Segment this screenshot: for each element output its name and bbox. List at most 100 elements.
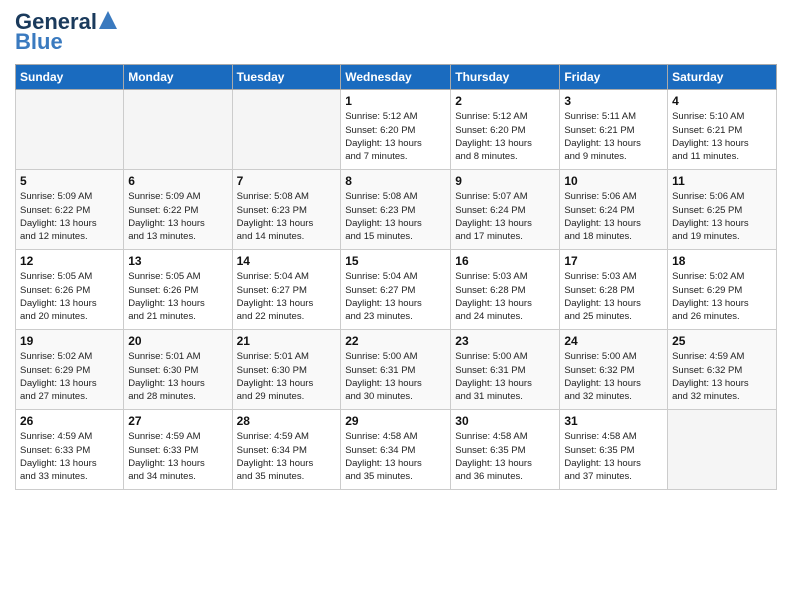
day-number: 3 — [564, 94, 663, 108]
calendar-cell: 25 Sunrise: 4:59 AM Sunset: 6:32 PM Dayli… — [668, 330, 777, 410]
day-info: Sunrise: 5:00 AM Sunset: 6:32 PM Dayligh… — [564, 350, 663, 403]
calendar-cell: 31 Sunrise: 4:58 AM Sunset: 6:35 PM Dayli… — [560, 410, 668, 490]
day-info: Sunrise: 4:59 AM Sunset: 6:33 PM Dayligh… — [20, 430, 119, 483]
calendar-cell: 23 Sunrise: 5:00 AM Sunset: 6:31 PM Dayli… — [451, 330, 560, 410]
day-info: Sunrise: 5:09 AM Sunset: 6:22 PM Dayligh… — [20, 190, 119, 243]
day-info: Sunrise: 4:58 AM Sunset: 6:34 PM Dayligh… — [345, 430, 446, 483]
day-info: Sunrise: 5:00 AM Sunset: 6:31 PM Dayligh… — [455, 350, 555, 403]
day-info: Sunrise: 5:06 AM Sunset: 6:24 PM Dayligh… — [564, 190, 663, 243]
calendar-cell: 10 Sunrise: 5:06 AM Sunset: 6:24 PM Dayli… — [560, 170, 668, 250]
day-number: 8 — [345, 174, 446, 188]
day-number: 11 — [672, 174, 772, 188]
day-info: Sunrise: 5:04 AM Sunset: 6:27 PM Dayligh… — [237, 270, 337, 323]
logo: General Blue — [15, 10, 117, 54]
logo-icon — [99, 11, 117, 29]
day-number: 10 — [564, 174, 663, 188]
day-info: Sunrise: 5:00 AM Sunset: 6:31 PM Dayligh… — [345, 350, 446, 403]
day-info: Sunrise: 4:59 AM Sunset: 6:33 PM Dayligh… — [128, 430, 227, 483]
calendar-header-thursday: Thursday — [451, 65, 560, 90]
day-info: Sunrise: 5:05 AM Sunset: 6:26 PM Dayligh… — [128, 270, 227, 323]
calendar-cell: 15 Sunrise: 5:04 AM Sunset: 6:27 PM Dayli… — [341, 250, 451, 330]
day-number: 7 — [237, 174, 337, 188]
calendar-week-row: 19Sunrise: 5:02 AM Sunset: 6:29 PM Dayli… — [16, 330, 777, 410]
day-number: 22 — [345, 334, 446, 348]
calendar-cell: 29 Sunrise: 4:58 AM Sunset: 6:34 PM Dayli… — [341, 410, 451, 490]
day-info: Sunrise: 5:05 AM Sunset: 6:26 PM Dayligh… — [20, 270, 119, 323]
calendar-cell: 20Sunrise: 5:01 AM Sunset: 6:30 PM Dayli… — [124, 330, 232, 410]
calendar-week-row: 12 Sunrise: 5:05 AM Sunset: 6:26 PM Dayli… — [16, 250, 777, 330]
day-info: Sunrise: 5:01 AM Sunset: 6:30 PM Dayligh… — [237, 350, 337, 403]
day-number: 28 — [237, 414, 337, 428]
calendar-cell: 12 Sunrise: 5:05 AM Sunset: 6:26 PM Dayli… — [16, 250, 124, 330]
calendar-table: SundayMondayTuesdayWednesdayThursdayFrid… — [15, 64, 777, 490]
day-info: Sunrise: 5:09 AM Sunset: 6:22 PM Dayligh… — [128, 190, 227, 243]
calendar-cell — [16, 90, 124, 170]
day-info: Sunrise: 5:08 AM Sunset: 6:23 PM Dayligh… — [345, 190, 446, 243]
calendar-cell: 17 Sunrise: 5:03 AM Sunset: 6:28 PM Dayli… — [560, 250, 668, 330]
header: General Blue — [15, 10, 777, 54]
day-info: Sunrise: 4:59 AM Sunset: 6:32 PM Dayligh… — [672, 350, 772, 403]
day-info: Sunrise: 5:10 AM Sunset: 6:21 PM Dayligh… — [672, 110, 772, 163]
calendar-week-row: 5Sunrise: 5:09 AM Sunset: 6:22 PM Daylig… — [16, 170, 777, 250]
calendar-cell: 27 Sunrise: 4:59 AM Sunset: 6:33 PM Dayli… — [124, 410, 232, 490]
calendar-week-row: 1 Sunrise: 5:12 AM Sunset: 6:20 PM Daylig… — [16, 90, 777, 170]
day-info: Sunrise: 4:59 AM Sunset: 6:34 PM Dayligh… — [237, 430, 337, 483]
calendar-cell: 4 Sunrise: 5:10 AM Sunset: 6:21 PM Daylig… — [668, 90, 777, 170]
day-info: Sunrise: 5:06 AM Sunset: 6:25 PM Dayligh… — [672, 190, 772, 243]
day-number: 14 — [237, 254, 337, 268]
calendar-cell: 8 Sunrise: 5:08 AM Sunset: 6:23 PM Daylig… — [341, 170, 451, 250]
calendar-header-monday: Monday — [124, 65, 232, 90]
calendar-cell: 9Sunrise: 5:07 AM Sunset: 6:24 PM Daylig… — [451, 170, 560, 250]
calendar-header-wednesday: Wednesday — [341, 65, 451, 90]
day-number: 23 — [455, 334, 555, 348]
day-number: 17 — [564, 254, 663, 268]
calendar-cell: 22 Sunrise: 5:00 AM Sunset: 6:31 PM Dayli… — [341, 330, 451, 410]
day-info: Sunrise: 5:11 AM Sunset: 6:21 PM Dayligh… — [564, 110, 663, 163]
calendar-cell: 6 Sunrise: 5:09 AM Sunset: 6:22 PM Daylig… — [124, 170, 232, 250]
calendar-cell — [668, 410, 777, 490]
day-number: 12 — [20, 254, 119, 268]
day-number: 6 — [128, 174, 227, 188]
calendar-week-row: 26Sunrise: 4:59 AM Sunset: 6:33 PM Dayli… — [16, 410, 777, 490]
calendar-cell: 24 Sunrise: 5:00 AM Sunset: 6:32 PM Dayli… — [560, 330, 668, 410]
day-number: 25 — [672, 334, 772, 348]
day-info: Sunrise: 5:03 AM Sunset: 6:28 PM Dayligh… — [455, 270, 555, 323]
calendar-cell: 7 Sunrise: 5:08 AM Sunset: 6:23 PM Daylig… — [232, 170, 341, 250]
day-info: Sunrise: 4:58 AM Sunset: 6:35 PM Dayligh… — [564, 430, 663, 483]
calendar-header-tuesday: Tuesday — [232, 65, 341, 90]
calendar-cell: 2 Sunrise: 5:12 AM Sunset: 6:20 PM Daylig… — [451, 90, 560, 170]
calendar-cell: 26Sunrise: 4:59 AM Sunset: 6:33 PM Dayli… — [16, 410, 124, 490]
calendar-cell: 3 Sunrise: 5:11 AM Sunset: 6:21 PM Daylig… — [560, 90, 668, 170]
calendar-cell: 30Sunrise: 4:58 AM Sunset: 6:35 PM Dayli… — [451, 410, 560, 490]
page: General Blue SundayMondayTuesdayWednesda… — [0, 0, 792, 612]
day-info: Sunrise: 4:58 AM Sunset: 6:35 PM Dayligh… — [455, 430, 555, 483]
day-info: Sunrise: 5:03 AM Sunset: 6:28 PM Dayligh… — [564, 270, 663, 323]
day-number: 15 — [345, 254, 446, 268]
calendar-cell: 11 Sunrise: 5:06 AM Sunset: 6:25 PM Dayli… — [668, 170, 777, 250]
calendar-cell: 28 Sunrise: 4:59 AM Sunset: 6:34 PM Dayli… — [232, 410, 341, 490]
calendar-cell: 14 Sunrise: 5:04 AM Sunset: 6:27 PM Dayli… — [232, 250, 341, 330]
day-info: Sunrise: 5:12 AM Sunset: 6:20 PM Dayligh… — [345, 110, 446, 163]
day-number: 4 — [672, 94, 772, 108]
day-number: 2 — [455, 94, 555, 108]
day-info: Sunrise: 5:02 AM Sunset: 6:29 PM Dayligh… — [672, 270, 772, 323]
day-number: 27 — [128, 414, 227, 428]
calendar-header-row: SundayMondayTuesdayWednesdayThursdayFrid… — [16, 65, 777, 90]
day-number: 31 — [564, 414, 663, 428]
day-info: Sunrise: 5:08 AM Sunset: 6:23 PM Dayligh… — [237, 190, 337, 243]
day-info: Sunrise: 5:12 AM Sunset: 6:20 PM Dayligh… — [455, 110, 555, 163]
day-info: Sunrise: 5:04 AM Sunset: 6:27 PM Dayligh… — [345, 270, 446, 323]
day-number: 13 — [128, 254, 227, 268]
day-info: Sunrise: 5:07 AM Sunset: 6:24 PM Dayligh… — [455, 190, 555, 243]
day-number: 29 — [345, 414, 446, 428]
calendar-cell: 18Sunrise: 5:02 AM Sunset: 6:29 PM Dayli… — [668, 250, 777, 330]
calendar-cell: 16 Sunrise: 5:03 AM Sunset: 6:28 PM Dayli… — [451, 250, 560, 330]
day-number: 21 — [237, 334, 337, 348]
day-number: 1 — [345, 94, 446, 108]
calendar-cell: 21 Sunrise: 5:01 AM Sunset: 6:30 PM Dayli… — [232, 330, 341, 410]
day-number: 19 — [20, 334, 119, 348]
day-number: 24 — [564, 334, 663, 348]
calendar-cell: 13 Sunrise: 5:05 AM Sunset: 6:26 PM Dayli… — [124, 250, 232, 330]
day-number: 16 — [455, 254, 555, 268]
day-info: Sunrise: 5:01 AM Sunset: 6:30 PM Dayligh… — [128, 350, 227, 403]
